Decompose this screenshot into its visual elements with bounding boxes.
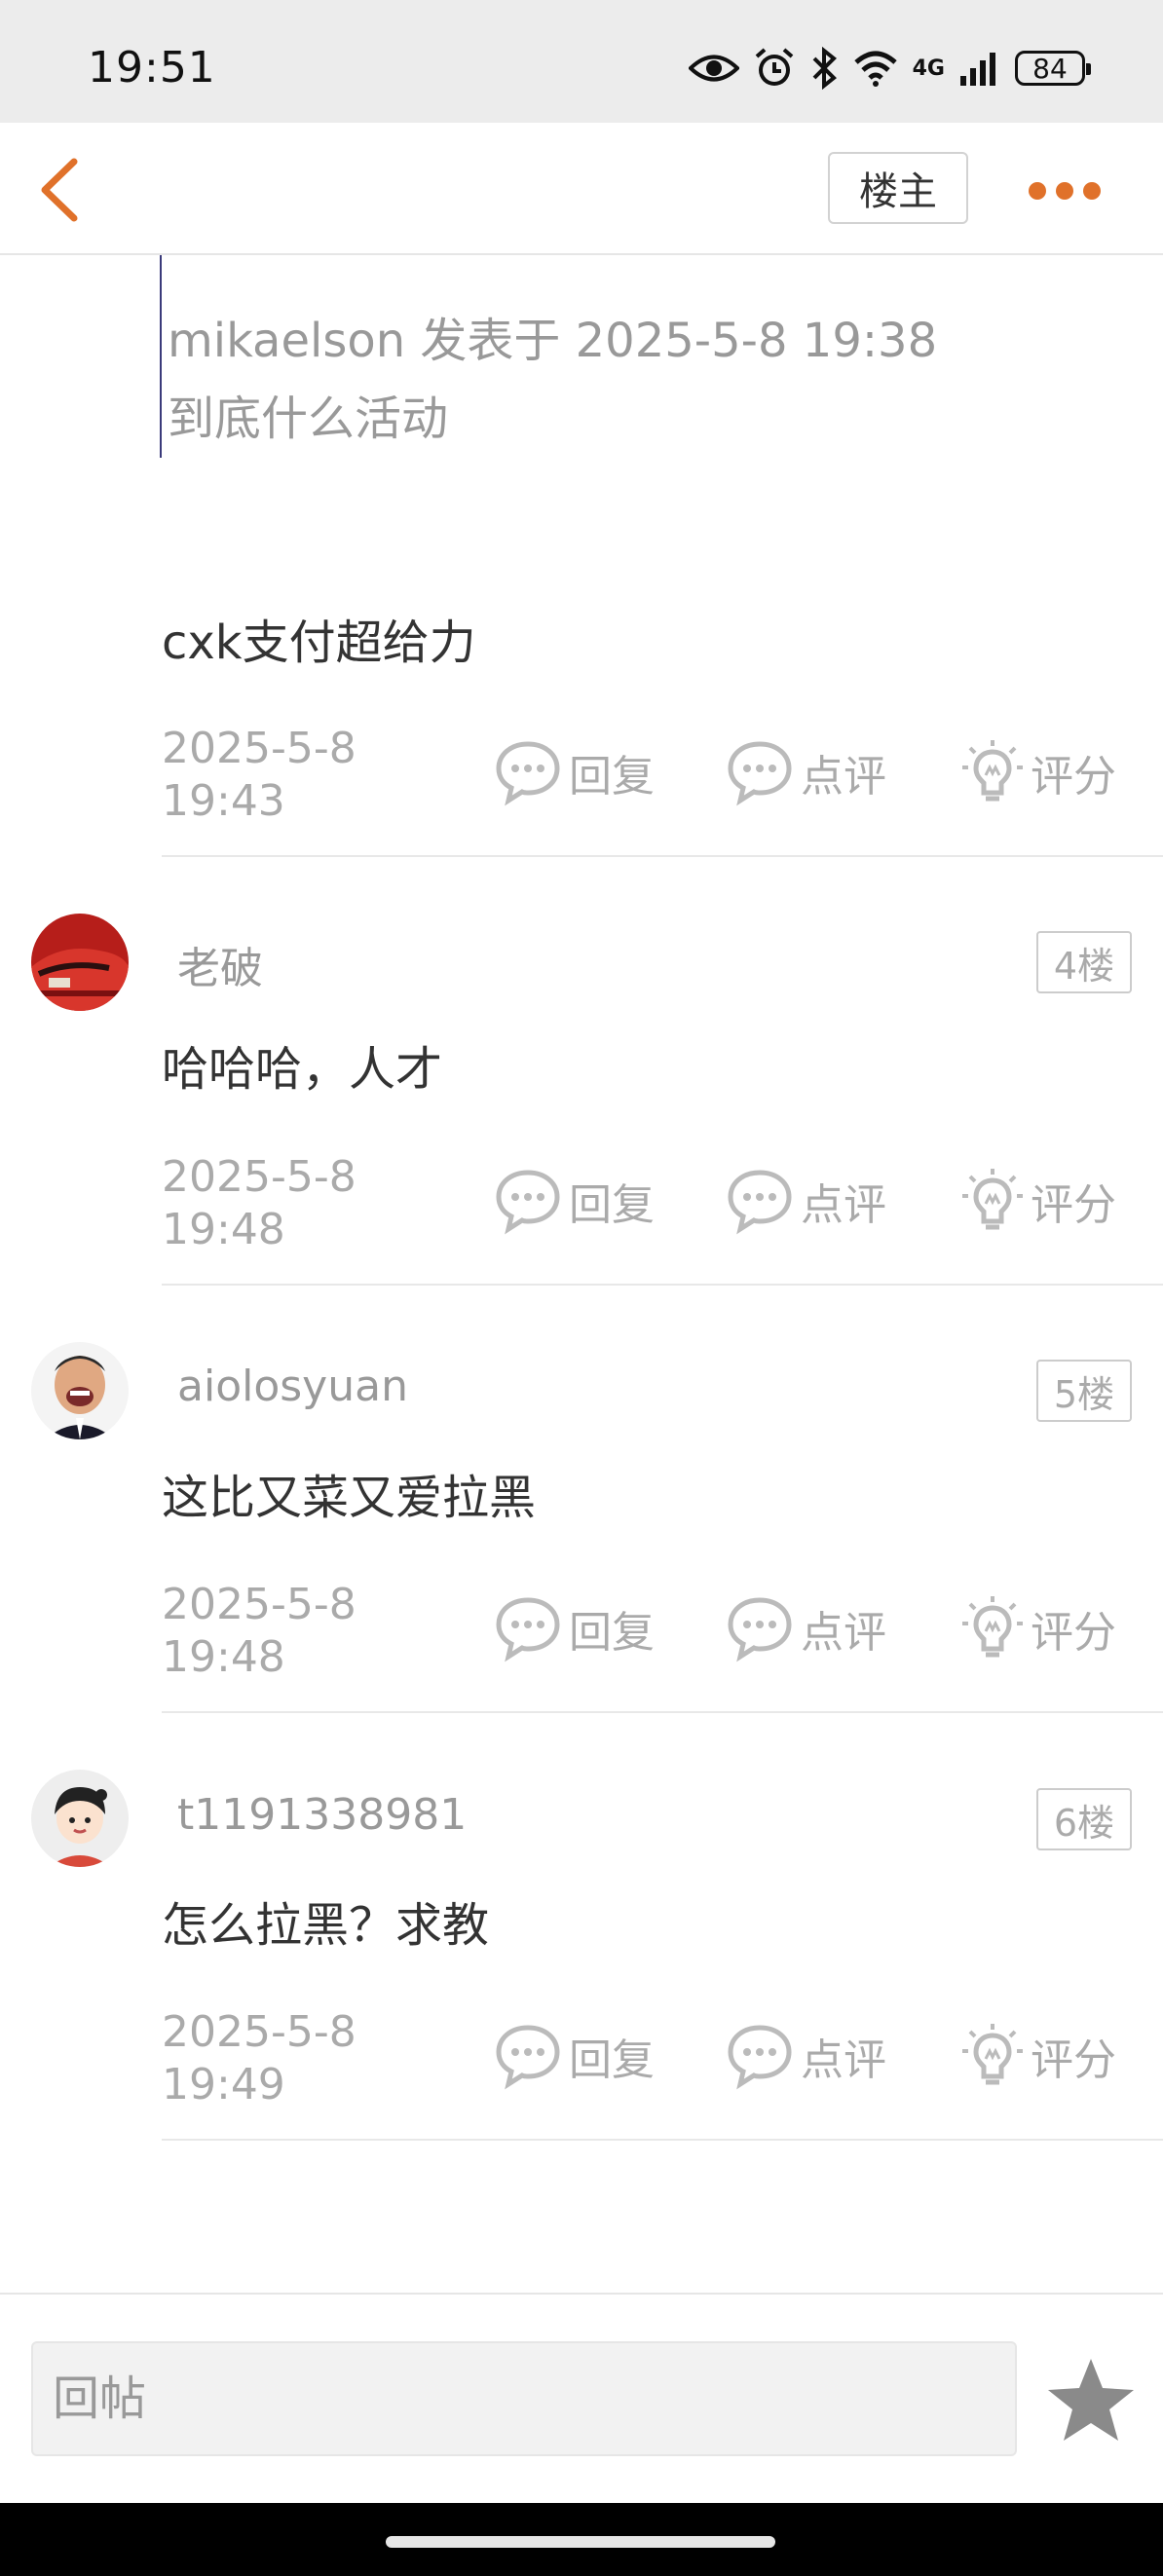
username[interactable]: 老破 <box>177 933 263 995</box>
post-timestamp: 2025-5-8 19:48 <box>162 1152 356 1254</box>
status-icons: 4G 84 <box>688 45 1091 92</box>
status-bar: 19:51 4G 84 <box>0 0 1163 123</box>
battery-level: 84 <box>1032 52 1068 85</box>
avatar[interactable] <box>31 1770 129 1867</box>
post-text: 怎么拉黑？求教 <box>162 1898 490 1953</box>
post-timestamp: 2025-5-8 19:49 <box>162 2007 356 2109</box>
avatar[interactable] <box>31 914 129 1011</box>
post-meta: 2025-5-8 19:43 回复 点评 评分 <box>162 723 1163 859</box>
rate-button[interactable]: 评分 <box>960 1594 1116 1662</box>
back-arrow-icon[interactable] <box>29 156 97 224</box>
more-options-icon[interactable] <box>1029 171 1107 210</box>
chat-bubble-icon <box>496 2025 560 2090</box>
rate-button[interactable]: 评分 <box>960 738 1116 806</box>
rate-button[interactable]: 评分 <box>960 1167 1116 1235</box>
post-meta: 2025-5-8 19:48 回复 点评 评分 <box>162 1579 1163 1715</box>
wifi-icon <box>853 51 897 87</box>
home-indicator[interactable] <box>386 2536 775 2548</box>
post-text: cxk支付超给力 <box>162 616 476 670</box>
post-text: 这比又菜又爱拉黑 <box>162 1471 537 1525</box>
quote-text: 到底什么活动 <box>168 392 449 446</box>
chat-bubble-icon <box>496 1597 560 1662</box>
reply-button[interactable]: 回复 <box>493 1594 655 1662</box>
chat-bubble-icon <box>496 741 560 806</box>
lightbulb-icon <box>962 2024 1023 2085</box>
reply-button[interactable]: 回复 <box>493 2022 655 2090</box>
bluetooth-icon <box>812 47 837 90</box>
reply-input[interactable] <box>31 2341 1017 2456</box>
reply-button[interactable]: 回复 <box>493 738 655 806</box>
comment-button[interactable]: 点评 <box>725 1594 886 1662</box>
comment-button[interactable]: 点评 <box>725 2022 886 2090</box>
quote-block: mikaelson 发表于 2025-5-8 19:38 到底什么活动 <box>160 255 1038 458</box>
star-icon[interactable] <box>1044 2353 1138 2446</box>
comment-button[interactable]: 点评 <box>725 738 886 806</box>
quote-author-line: mikaelson 发表于 2025-5-8 19:38 <box>168 314 938 368</box>
comment-button[interactable]: 点评 <box>725 1167 886 1235</box>
chat-bubble-icon <box>496 1170 560 1235</box>
top-nav: 楼主 <box>0 123 1163 255</box>
post-meta: 2025-5-8 19:48 回复 点评 评分 <box>162 1151 1163 1288</box>
floor-badge: 5楼 <box>1036 1360 1132 1422</box>
signal-icon <box>960 53 995 86</box>
post-meta: 2025-5-8 19:49 回复 点评 评分 <box>162 2006 1163 2143</box>
battery-indicator: 84 <box>1015 51 1091 86</box>
rate-button[interactable]: 评分 <box>960 2022 1116 2090</box>
lightbulb-icon <box>962 740 1023 802</box>
chat-bubble-icon <box>728 2025 792 2090</box>
username[interactable]: aiolosyuan <box>177 1362 408 1411</box>
divider <box>162 2139 1163 2141</box>
network-type: 4G <box>912 56 945 81</box>
username[interactable]: t1191338981 <box>177 1790 467 1840</box>
post-text: 哈哈哈，人才 <box>162 1042 443 1097</box>
reply-bar <box>0 2293 1163 2505</box>
avatar[interactable] <box>31 1342 129 1439</box>
divider <box>162 1284 1163 1286</box>
reply-button[interactable]: 回复 <box>493 1167 655 1235</box>
divider <box>162 1711 1163 1713</box>
lightbulb-icon <box>962 1169 1023 1230</box>
eye-icon <box>688 55 739 82</box>
alarm-icon <box>755 48 793 86</box>
post-timestamp: 2025-5-8 19:48 <box>162 1580 356 1682</box>
chat-bubble-icon <box>728 741 792 806</box>
chat-bubble-icon <box>728 1170 792 1235</box>
floor-badge: 4楼 <box>1036 931 1132 993</box>
lightbulb-icon <box>962 1596 1023 1658</box>
chat-bubble-icon <box>728 1597 792 1662</box>
system-nav-bar <box>0 2503 1163 2576</box>
status-time: 19:51 <box>88 43 216 93</box>
post-timestamp: 2025-5-8 19:43 <box>162 724 356 826</box>
op-only-button[interactable]: 楼主 <box>828 152 968 224</box>
divider <box>162 855 1163 857</box>
floor-badge: 6楼 <box>1036 1788 1132 1850</box>
